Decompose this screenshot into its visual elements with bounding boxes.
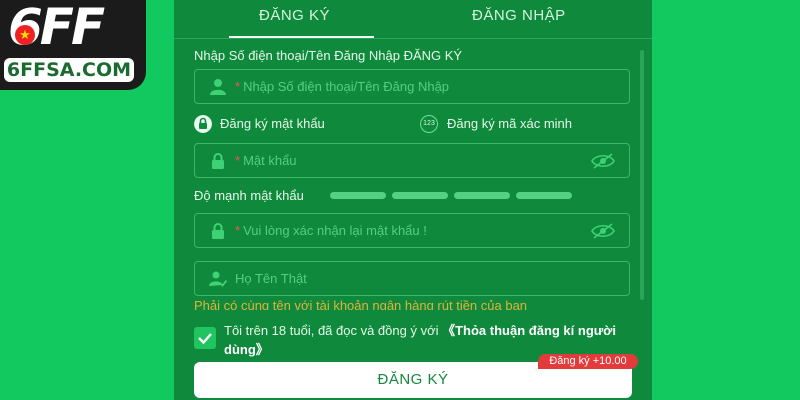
required-marker: * (235, 223, 241, 238)
password-field[interactable]: * Mật khẩu (194, 143, 630, 178)
strength-bar-4 (516, 192, 572, 199)
lock-icon (212, 153, 224, 169)
star-icon: ★ (15, 25, 35, 45)
username-field[interactable]: * Nhập Số điện thoại/Tên Đăng Nhập (194, 69, 630, 104)
real-name-warning: Phải có cùng tên với tài khoản ngân hàng… (194, 298, 528, 310)
username-label: Nhập Số điện thoại/Tên Đăng Nhập ĐĂNG KÝ (194, 48, 463, 63)
check-icon (198, 333, 212, 345)
required-marker: * (235, 79, 241, 94)
strength-bar-3 (454, 192, 510, 199)
user-icon (210, 79, 226, 95)
eye-off-icon[interactable] (591, 153, 615, 169)
scrollbar[interactable] (640, 50, 644, 300)
confirm-password-field[interactable]: * Vui lòng xác nhận lại mật khẩu ! (194, 213, 630, 248)
tab-bar: ĐĂNG KÝ ĐĂNG NHẬP (174, 0, 652, 39)
required-marker: * (235, 153, 241, 168)
user-check-icon (209, 271, 227, 287)
confirm-password-placeholder: Vui lòng xác nhận lại mật khẩu ! (243, 223, 427, 238)
tab-register[interactable]: ĐĂNG KÝ (259, 7, 330, 24)
agreement-label: Tôi trên 18 tuổi, đã đọc và đồng ý với (224, 323, 439, 338)
real-name-field[interactable]: Họ Tên Thật (194, 261, 630, 296)
real-name-placeholder: Họ Tên Thật (235, 271, 307, 286)
eye-off-icon[interactable] (591, 223, 615, 239)
logo-domain: 6FFSA.COM (4, 58, 134, 82)
code-option-icon[interactable]: 123 (420, 115, 438, 133)
register-panel: ĐĂNG KÝ ĐĂNG NHẬP Nhập Số điện thoại/Tên… (174, 0, 652, 400)
agree-checkbox[interactable] (194, 327, 216, 349)
password-placeholder: Mật khẩu (243, 153, 297, 168)
strength-bar-2 (392, 192, 448, 199)
option-password[interactable]: Đăng ký mật khẩu (220, 116, 325, 131)
lock-icon (212, 223, 224, 239)
brand-logo: 6FF ★ 6FFSA.COM (0, 0, 146, 90)
strength-bar-1 (330, 192, 386, 199)
strength-label: Độ mạnh mật khẩu (194, 188, 304, 203)
active-tab-indicator (229, 36, 374, 38)
tab-login[interactable]: ĐĂNG NHẬP (472, 7, 566, 24)
option-verification-code[interactable]: Đăng ký mã xác minh (447, 116, 572, 131)
username-placeholder: Nhập Số điện thoại/Tên Đăng Nhập (243, 79, 450, 94)
lock-option-icon[interactable] (194, 115, 212, 133)
bonus-badge: Đăng ký +10.00 (538, 354, 638, 369)
